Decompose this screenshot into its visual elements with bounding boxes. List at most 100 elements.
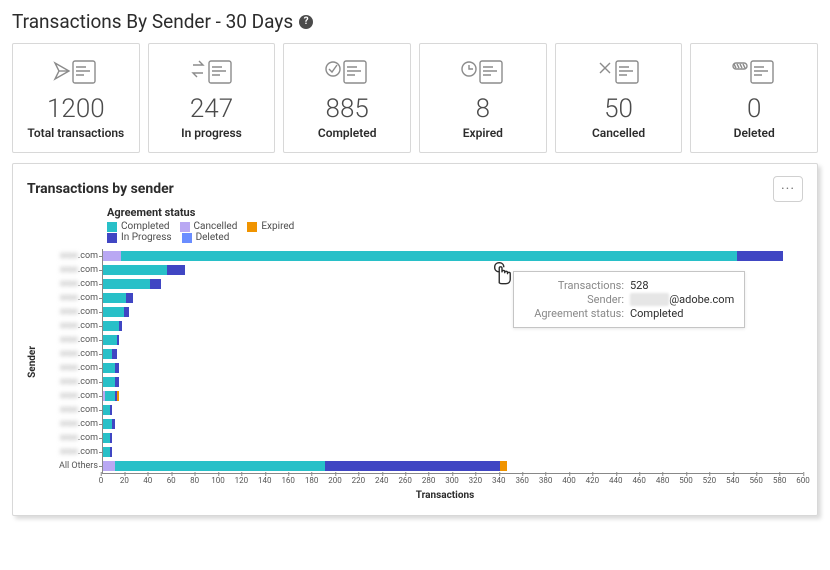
stat-value: 247 (155, 94, 269, 124)
stat-value: 885 (290, 94, 404, 124)
bar-row[interactable] (103, 389, 803, 403)
bar-segment-completed[interactable] (103, 433, 110, 443)
bar-row[interactable] (103, 361, 803, 375)
bar-segment-completed[interactable] (121, 251, 737, 261)
stat-value: 8 (426, 94, 540, 124)
y-tick-label: xxxx.com (42, 361, 102, 375)
x-tick-label: 80 (190, 476, 199, 485)
stat-label: In progress (155, 126, 269, 140)
y-tick-label: xxxx.com (42, 305, 102, 319)
legend-item-inprogress[interactable]: In Progress (107, 232, 172, 243)
x-tick-labels: 0204060801001201401601802002202402602803… (101, 474, 803, 488)
stat-card-completed[interactable]: 885 Completed (283, 43, 411, 153)
plot-area[interactable]: Transactions:528 Sender:xxxxx@adobe.com … (102, 249, 803, 474)
x-tick-label: 460 (632, 476, 646, 485)
bar-segment-cancelled[interactable] (103, 251, 121, 261)
bar-segment-in-progress[interactable] (110, 433, 112, 443)
legend-item-cancelled[interactable]: Cancelled (180, 221, 238, 232)
x-tick-label: 280 (422, 476, 436, 485)
chart-card: Transactions by sender ··· Agreement sta… (12, 163, 818, 516)
bar-segment-in-progress[interactable] (119, 321, 121, 331)
bar-segment-in-progress[interactable] (112, 419, 114, 429)
progress-icon (155, 54, 269, 90)
y-tick-labels: xxxx.comxxxx.comxxxx.comxxxx.comxxxx.com… (42, 249, 102, 474)
bar-row[interactable] (103, 347, 803, 361)
bar-segment-completed[interactable] (103, 321, 119, 331)
bar-segment-cancelled[interactable] (103, 461, 115, 471)
bar-segment-in-progress[interactable] (115, 377, 120, 387)
legend-item-expired[interactable]: Expired (247, 221, 294, 232)
bar-segment-in-progress[interactable] (117, 335, 119, 345)
x-tick-label: 400 (562, 476, 576, 485)
x-tick-label: 560 (749, 476, 763, 485)
chart-legend: Agreement status Completed Cancelled Exp… (107, 206, 803, 243)
x-tick-label: 40 (143, 476, 152, 485)
bar-segment-in-progress[interactable] (115, 363, 120, 373)
bar-segment-completed[interactable] (103, 377, 115, 387)
x-tick-label: 480 (656, 476, 670, 485)
bar-segment-completed[interactable] (105, 391, 114, 401)
stat-card-cancelled[interactable]: 50 Cancelled (555, 43, 683, 153)
page-header: Transactions By Sender - 30 Days ? (12, 10, 818, 33)
bar-segment-completed[interactable] (103, 405, 110, 415)
bar-segment-completed[interactable] (103, 447, 110, 457)
bar-row[interactable] (103, 249, 803, 263)
help-icon[interactable]: ? (299, 15, 313, 29)
bar-row[interactable] (103, 431, 803, 445)
bar-segment-completed[interactable] (103, 279, 150, 289)
bar-segment-in-progress[interactable] (167, 265, 185, 275)
send-icon (19, 54, 133, 90)
x-tick-label: 440 (609, 476, 623, 485)
bar-segment-expired[interactable] (117, 391, 119, 401)
bar-segment-completed[interactable] (103, 349, 112, 359)
bar-segment-in-progress[interactable] (737, 251, 784, 261)
bar-segment-in-progress[interactable] (150, 279, 162, 289)
x-axis-label: Transactions (87, 490, 803, 501)
bar-row[interactable] (103, 333, 803, 347)
bar-segment-completed[interactable] (103, 419, 112, 429)
bar-segment-in-progress[interactable] (124, 307, 129, 317)
bar-row[interactable] (103, 375, 803, 389)
stat-value: 1200 (19, 94, 133, 124)
bar-row[interactable] (103, 459, 803, 473)
bar-segment-in-progress[interactable] (126, 293, 133, 303)
chart-more-button[interactable]: ··· (773, 176, 803, 202)
x-tick-label: 500 (679, 476, 693, 485)
stat-card-deleted[interactable]: 0 Deleted (690, 43, 818, 153)
stat-card-expired[interactable]: 8 Expired (419, 43, 547, 153)
bar-segment-expired[interactable] (500, 461, 507, 471)
bar-segment-completed[interactable] (103, 335, 117, 345)
completed-icon (290, 54, 404, 90)
x-tick-label: 320 (469, 476, 483, 485)
bar-segment-completed[interactable] (103, 265, 167, 275)
bar-row[interactable] (103, 403, 803, 417)
x-tick-label: 540 (726, 476, 740, 485)
bar-segment-in-progress[interactable] (110, 447, 112, 457)
legend-item-completed[interactable]: Completed (107, 221, 170, 232)
bar-segment-in-progress[interactable] (110, 405, 112, 415)
x-tick-label: 140 (258, 476, 272, 485)
bar-segment-in-progress[interactable] (112, 349, 117, 359)
bar-row[interactable] (103, 417, 803, 431)
cancelled-icon (562, 54, 676, 90)
x-tick-label: 580 (773, 476, 787, 485)
legend-title: Agreement status (107, 206, 803, 219)
chart-tooltip: Transactions:528 Sender:xxxxx@adobe.com … (513, 271, 745, 328)
stat-card-total[interactable]: 1200 Total transactions (12, 43, 140, 153)
bar-segment-completed[interactable] (103, 293, 126, 303)
stat-card-inprogress[interactable]: 247 In progress (148, 43, 276, 153)
y-tick-label: xxxx.com (42, 347, 102, 361)
tooltip-transactions: 528 (630, 279, 649, 292)
y-tick-label: xxxx.com (42, 431, 102, 445)
legend-item-deleted[interactable]: Deleted (182, 232, 230, 243)
bar-segment-completed[interactable] (103, 363, 115, 373)
stat-value: 0 (697, 94, 811, 124)
x-tick-label: 300 (445, 476, 459, 485)
bar-segment-in-progress[interactable] (325, 461, 500, 471)
stat-label: Cancelled (562, 126, 676, 140)
bar-row[interactable] (103, 445, 803, 459)
bar-segment-completed[interactable] (103, 307, 124, 317)
bar-segment-completed[interactable] (115, 461, 325, 471)
x-tick-label: 60 (167, 476, 176, 485)
y-tick-label: xxxx.com (42, 249, 102, 263)
